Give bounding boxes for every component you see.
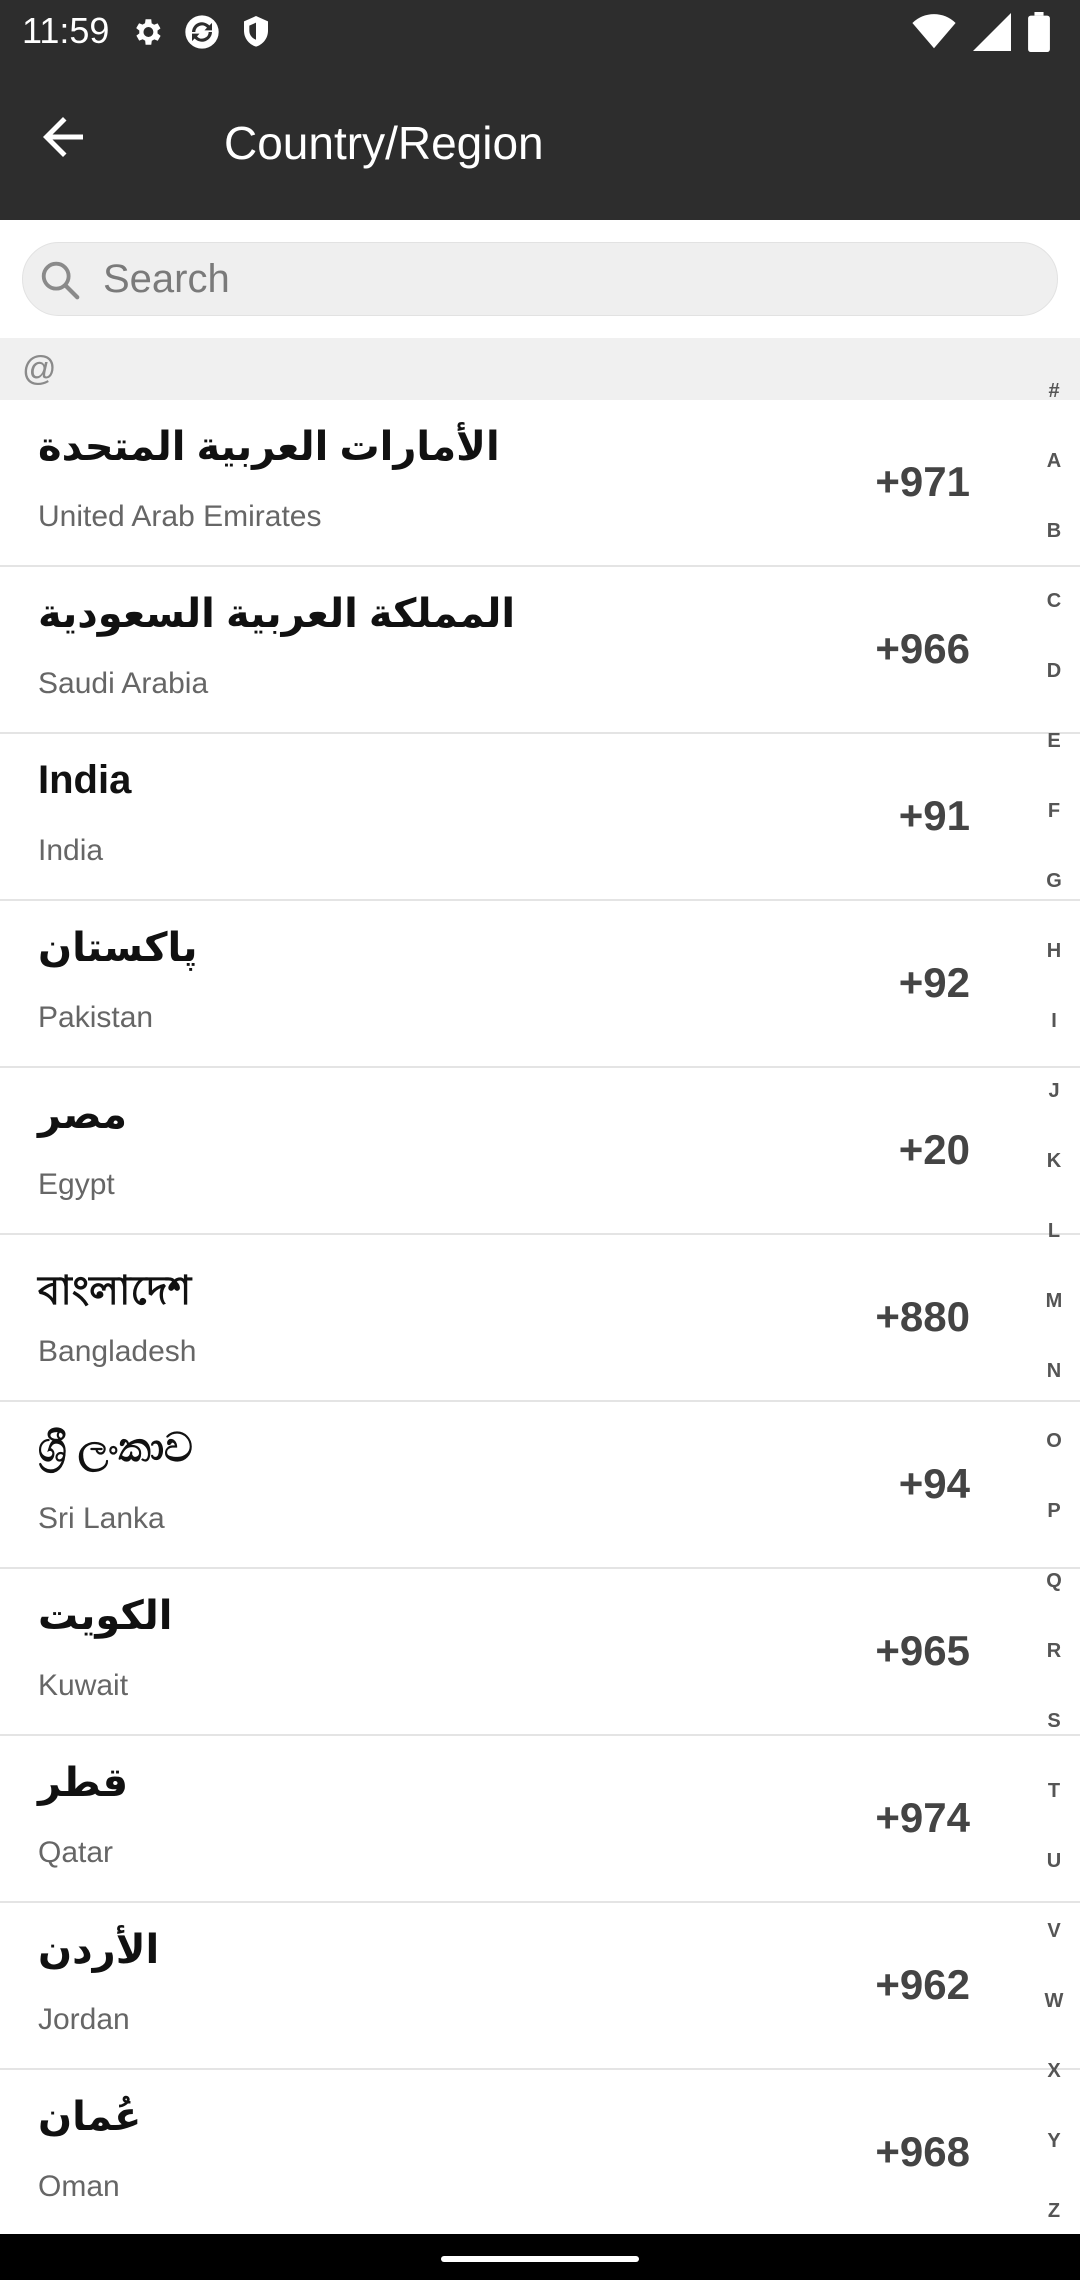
country-row[interactable]: مصر Egypt +20	[0, 1068, 1080, 1235]
country-native-name: عُمان	[38, 2095, 142, 2139]
country-row[interactable]: قطر Qatar +974	[0, 1736, 1080, 1903]
index-letter[interactable]: T	[1042, 1780, 1066, 1803]
country-native-name: বাংলাদেশ	[38, 1269, 192, 1313]
country-native-name: پاکستان	[38, 926, 198, 970]
country-dial-code: +880	[875, 1293, 970, 1340]
page-title: Country/Region	[224, 117, 544, 169]
country-english-name: Bangladesh	[38, 1335, 197, 1368]
search-input[interactable]	[103, 243, 1033, 315]
country-native-name: الأمارات العربية المتحدة	[38, 425, 500, 469]
index-letter[interactable]: H	[1042, 940, 1066, 963]
status-time: 11:59	[22, 10, 110, 51]
status-bar: 11:59	[0, 0, 1080, 66]
index-letter[interactable]: X	[1042, 2060, 1066, 2083]
country-dial-code: +966	[875, 625, 970, 672]
country-english-name: Egypt	[38, 1168, 115, 1201]
country-row[interactable]: বাংলাদেশ Bangladesh +880	[0, 1235, 1080, 1402]
country-native-name: مصر	[38, 1093, 128, 1137]
home-indicator[interactable]	[441, 2256, 639, 2262]
country-dial-code: +92	[898, 959, 970, 1006]
index-letter[interactable]: I	[1042, 1010, 1066, 1033]
section-label: @	[22, 350, 57, 388]
country-dial-code: +94	[898, 1460, 970, 1507]
index-letter[interactable]: R	[1042, 1640, 1066, 1663]
country-english-name: Sri Lanka	[38, 1502, 165, 1535]
country-dial-code: +91	[898, 792, 970, 839]
country-english-name: Kuwait	[38, 1669, 129, 1702]
country-english-name: Qatar	[38, 1836, 114, 1869]
signal-icon	[972, 13, 1012, 56]
index-letter[interactable]: D	[1042, 660, 1066, 683]
index-letter[interactable]: Q	[1042, 1570, 1066, 1593]
gear-icon	[130, 15, 164, 54]
index-letter[interactable]: M	[1042, 1290, 1066, 1313]
country-dial-code: +974	[875, 1794, 970, 1841]
country-native-name: المملكة العربية السعودية	[38, 592, 516, 636]
country-native-name: ශ්‍රී ලංකාව	[38, 1426, 193, 1470]
country-dial-code: +968	[875, 2128, 970, 2175]
country-english-name: Oman	[38, 2170, 120, 2203]
index-letter[interactable]: S	[1042, 1710, 1066, 1733]
country-english-name: India	[38, 834, 104, 867]
country-row[interactable]: India India +91	[0, 734, 1080, 901]
index-letter[interactable]: N	[1042, 1360, 1066, 1383]
battery-icon	[1028, 12, 1050, 57]
country-english-name: United Arab Emirates	[38, 500, 322, 533]
country-dial-code: +20	[898, 1126, 970, 1173]
index-letter[interactable]: U	[1042, 1850, 1066, 1873]
search-container	[0, 220, 1080, 338]
country-native-name: الأردن	[38, 1928, 160, 1972]
back-button[interactable]	[30, 106, 96, 172]
index-letter[interactable]: #	[1042, 380, 1066, 403]
index-letter[interactable]: O	[1042, 1430, 1066, 1453]
status-icons-left	[130, 12, 272, 57]
section-header: @	[0, 338, 1080, 400]
index-letter[interactable]: V	[1042, 1920, 1066, 1943]
country-dial-code: +962	[875, 1961, 970, 2008]
country-row[interactable]: الأردن Jordan +962	[0, 1903, 1080, 2070]
index-letter[interactable]: B	[1042, 520, 1066, 543]
country-row[interactable]: پاکستان Pakistan +92	[0, 901, 1080, 1068]
alphabet-index-bar[interactable]: # A B C D E F G H I J K L M N O P Q R S T U V W X Y Z	[1036, 380, 1080, 2230]
shield-icon	[240, 14, 272, 55]
country-native-name: قطر	[38, 1761, 129, 1805]
country-row[interactable]: ශ්‍රී ලංකාව Sri Lanka +94	[0, 1402, 1080, 1569]
country-dial-code: +971	[875, 458, 970, 505]
status-icons-right	[912, 12, 1050, 57]
index-letter[interactable]: A	[1042, 450, 1066, 473]
country-dial-code: +965	[875, 1627, 970, 1674]
index-letter[interactable]: J	[1042, 1080, 1066, 1103]
navigation-bar	[0, 2234, 1080, 2280]
index-letter[interactable]: Z	[1042, 2200, 1066, 2223]
index-letter[interactable]: K	[1042, 1150, 1066, 1173]
index-letter[interactable]: C	[1042, 590, 1066, 613]
index-letter[interactable]: E	[1042, 730, 1066, 753]
index-letter[interactable]: G	[1042, 870, 1066, 893]
search-icon	[37, 257, 83, 303]
country-row[interactable]: الكويت Kuwait +965	[0, 1569, 1080, 1736]
country-english-name: Pakistan	[38, 1001, 154, 1034]
index-letter[interactable]: F	[1042, 800, 1066, 823]
country-row[interactable]: المملكة العربية السعودية Saudi Arabia +9…	[0, 567, 1080, 734]
arrow-back-icon	[33, 107, 93, 172]
search-box[interactable]	[22, 242, 1058, 316]
country-row[interactable]: الأمارات العربية المتحدة United Arab Emi…	[0, 400, 1080, 567]
country-native-name: الكويت	[38, 1594, 173, 1638]
country-english-name: Jordan	[38, 2003, 130, 2036]
country-list: الأمارات العربية المتحدة United Arab Emi…	[0, 400, 1080, 2237]
index-letter[interactable]: P	[1042, 1500, 1066, 1523]
wifi-icon	[912, 14, 956, 55]
country-native-name: India	[38, 758, 132, 802]
app-bar: Country/Region	[0, 66, 1080, 220]
sync-icon	[182, 12, 222, 57]
country-row[interactable]: عُمان Oman +968	[0, 2070, 1080, 2237]
index-letter[interactable]: Y	[1042, 2130, 1066, 2153]
country-english-name: Saudi Arabia	[38, 667, 209, 700]
index-letter[interactable]: W	[1042, 1990, 1066, 2013]
index-letter[interactable]: L	[1042, 1220, 1066, 1243]
